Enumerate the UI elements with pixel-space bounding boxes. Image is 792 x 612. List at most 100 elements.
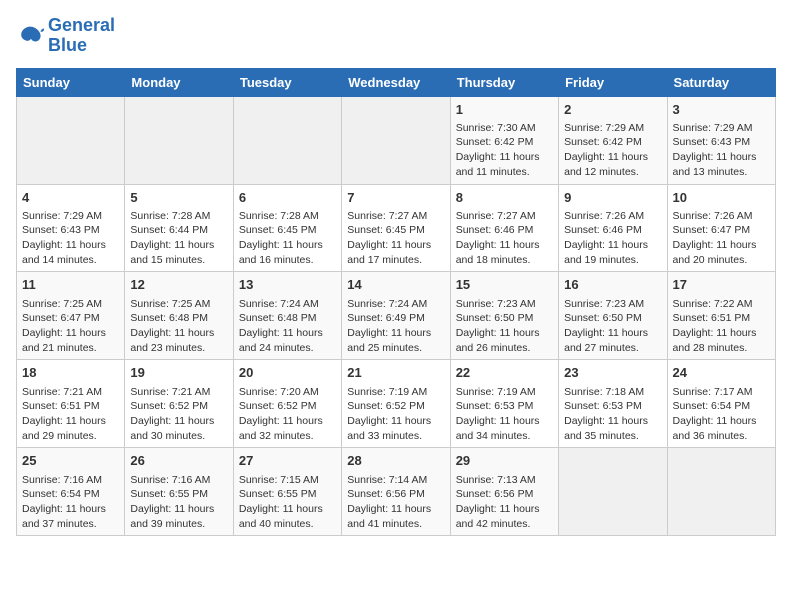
- day-number: 11: [22, 276, 119, 294]
- day-info: Sunrise: 7:13 AMSunset: 6:56 PMDaylight:…: [456, 473, 553, 532]
- day-number: 26: [130, 452, 227, 470]
- day-cell: 5 Sunrise: 7:28 AMSunset: 6:44 PMDaylight…: [125, 184, 233, 272]
- header-cell-tuesday: Tuesday: [233, 68, 341, 96]
- day-info: Sunrise: 7:24 AMSunset: 6:48 PMDaylight:…: [239, 297, 336, 356]
- day-info: Sunrise: 7:25 AMSunset: 6:48 PMDaylight:…: [130, 297, 227, 356]
- day-number: 3: [673, 101, 770, 119]
- header-cell-wednesday: Wednesday: [342, 68, 450, 96]
- day-cell: 14 Sunrise: 7:24 AMSunset: 6:49 PMDayligh…: [342, 272, 450, 360]
- day-info: Sunrise: 7:29 AMSunset: 6:42 PMDaylight:…: [564, 121, 661, 180]
- day-number: 22: [456, 364, 553, 382]
- week-row-1: 4 Sunrise: 7:29 AMSunset: 6:43 PMDaylight…: [17, 184, 776, 272]
- day-cell: 1 Sunrise: 7:30 AMSunset: 6:42 PMDaylight…: [450, 96, 558, 184]
- day-info: Sunrise: 7:16 AMSunset: 6:55 PMDaylight:…: [130, 473, 227, 532]
- day-cell: [667, 448, 775, 536]
- day-cell: 25 Sunrise: 7:16 AMSunset: 6:54 PMDayligh…: [17, 448, 125, 536]
- week-row-4: 25 Sunrise: 7:16 AMSunset: 6:54 PMDayligh…: [17, 448, 776, 536]
- day-info: Sunrise: 7:21 AMSunset: 6:52 PMDaylight:…: [130, 385, 227, 444]
- day-cell: 7 Sunrise: 7:27 AMSunset: 6:45 PMDaylight…: [342, 184, 450, 272]
- day-info: Sunrise: 7:24 AMSunset: 6:49 PMDaylight:…: [347, 297, 444, 356]
- calendar-table: SundayMondayTuesdayWednesdayThursdayFrid…: [16, 68, 776, 537]
- week-row-2: 11Sunrise: 7:25 AMSunset: 6:47 PMDayligh…: [17, 272, 776, 360]
- day-number: 21: [347, 364, 444, 382]
- day-info: Sunrise: 7:20 AMSunset: 6:52 PMDaylight:…: [239, 385, 336, 444]
- day-cell: 17 Sunrise: 7:22 AMSunset: 6:51 PMDayligh…: [667, 272, 775, 360]
- day-info: Sunrise: 7:21 AMSunset: 6:51 PMDaylight:…: [22, 385, 119, 444]
- day-cell: 6 Sunrise: 7:28 AMSunset: 6:45 PMDaylight…: [233, 184, 341, 272]
- day-cell: 9 Sunrise: 7:26 AMSunset: 6:46 PMDaylight…: [559, 184, 667, 272]
- day-number: 18: [22, 364, 119, 382]
- day-cell: 16Sunrise: 7:23 AMSunset: 6:50 PMDayligh…: [559, 272, 667, 360]
- day-number: 29: [456, 452, 553, 470]
- day-number: 5: [130, 189, 227, 207]
- day-cell: 13 Sunrise: 7:24 AMSunset: 6:48 PMDayligh…: [233, 272, 341, 360]
- day-number: 15: [456, 276, 553, 294]
- header-cell-sunday: Sunday: [17, 68, 125, 96]
- day-cell: 4 Sunrise: 7:29 AMSunset: 6:43 PMDaylight…: [17, 184, 125, 272]
- day-cell: 8Sunrise: 7:27 AMSunset: 6:46 PMDaylight…: [450, 184, 558, 272]
- day-info: Sunrise: 7:14 AMSunset: 6:56 PMDaylight:…: [347, 473, 444, 532]
- day-number: 4: [22, 189, 119, 207]
- day-cell: 10 Sunrise: 7:26 AMSunset: 6:47 PMDayligh…: [667, 184, 775, 272]
- day-info: Sunrise: 7:17 AMSunset: 6:54 PMDaylight:…: [673, 385, 770, 444]
- header-cell-thursday: Thursday: [450, 68, 558, 96]
- day-info: Sunrise: 7:27 AMSunset: 6:45 PMDaylight:…: [347, 209, 444, 268]
- day-cell: 27 Sunrise: 7:15 AMSunset: 6:55 PMDayligh…: [233, 448, 341, 536]
- day-cell: 28 Sunrise: 7:14 AMSunset: 6:56 PMDayligh…: [342, 448, 450, 536]
- day-number: 17: [673, 276, 770, 294]
- day-cell: 19 Sunrise: 7:21 AMSunset: 6:52 PMDayligh…: [125, 360, 233, 448]
- header-cell-saturday: Saturday: [667, 68, 775, 96]
- day-cell: 15 Sunrise: 7:23 AMSunset: 6:50 PMDayligh…: [450, 272, 558, 360]
- header-cell-friday: Friday: [559, 68, 667, 96]
- day-number: 1: [456, 101, 553, 119]
- day-cell: [342, 96, 450, 184]
- day-cell: [125, 96, 233, 184]
- day-info: Sunrise: 7:22 AMSunset: 6:51 PMDaylight:…: [673, 297, 770, 356]
- page-header: General Blue: [16, 16, 776, 56]
- day-cell: 24Sunrise: 7:17 AMSunset: 6:54 PMDayligh…: [667, 360, 775, 448]
- day-cell: 3Sunrise: 7:29 AMSunset: 6:43 PMDaylight…: [667, 96, 775, 184]
- day-info: Sunrise: 7:15 AMSunset: 6:55 PMDaylight:…: [239, 473, 336, 532]
- day-cell: 21 Sunrise: 7:19 AMSunset: 6:52 PMDayligh…: [342, 360, 450, 448]
- day-number: 13: [239, 276, 336, 294]
- logo: General Blue: [16, 16, 115, 56]
- day-number: 28: [347, 452, 444, 470]
- week-row-0: 1 Sunrise: 7:30 AMSunset: 6:42 PMDaylight…: [17, 96, 776, 184]
- day-info: Sunrise: 7:16 AMSunset: 6:54 PMDaylight:…: [22, 473, 119, 532]
- day-number: 25: [22, 452, 119, 470]
- day-cell: [17, 96, 125, 184]
- day-cell: 12Sunrise: 7:25 AMSunset: 6:48 PMDayligh…: [125, 272, 233, 360]
- day-info: Sunrise: 7:19 AMSunset: 6:52 PMDaylight:…: [347, 385, 444, 444]
- day-number: 27: [239, 452, 336, 470]
- day-number: 23: [564, 364, 661, 382]
- day-cell: [233, 96, 341, 184]
- calendar-header: SundayMondayTuesdayWednesdayThursdayFrid…: [17, 68, 776, 96]
- day-info: Sunrise: 7:18 AMSunset: 6:53 PMDaylight:…: [564, 385, 661, 444]
- day-info: Sunrise: 7:29 AMSunset: 6:43 PMDaylight:…: [22, 209, 119, 268]
- day-cell: 20Sunrise: 7:20 AMSunset: 6:52 PMDayligh…: [233, 360, 341, 448]
- day-info: Sunrise: 7:23 AMSunset: 6:50 PMDaylight:…: [456, 297, 553, 356]
- day-info: Sunrise: 7:26 AMSunset: 6:47 PMDaylight:…: [673, 209, 770, 268]
- day-cell: 11Sunrise: 7:25 AMSunset: 6:47 PMDayligh…: [17, 272, 125, 360]
- day-number: 8: [456, 189, 553, 207]
- day-cell: 18 Sunrise: 7:21 AMSunset: 6:51 PMDayligh…: [17, 360, 125, 448]
- day-number: 14: [347, 276, 444, 294]
- day-number: 9: [564, 189, 661, 207]
- day-info: Sunrise: 7:28 AMSunset: 6:45 PMDaylight:…: [239, 209, 336, 268]
- day-number: 19: [130, 364, 227, 382]
- day-number: 7: [347, 189, 444, 207]
- calendar-body: 1 Sunrise: 7:30 AMSunset: 6:42 PMDaylight…: [17, 96, 776, 536]
- day-info: Sunrise: 7:26 AMSunset: 6:46 PMDaylight:…: [564, 209, 661, 268]
- day-cell: 22 Sunrise: 7:19 AMSunset: 6:53 PMDayligh…: [450, 360, 558, 448]
- day-number: 2: [564, 101, 661, 119]
- day-number: 10: [673, 189, 770, 207]
- week-row-3: 18 Sunrise: 7:21 AMSunset: 6:51 PMDayligh…: [17, 360, 776, 448]
- day-info: Sunrise: 7:30 AMSunset: 6:42 PMDaylight:…: [456, 121, 553, 180]
- day-number: 6: [239, 189, 336, 207]
- header-cell-monday: Monday: [125, 68, 233, 96]
- logo-bird-icon: [16, 22, 44, 50]
- day-cell: 2 Sunrise: 7:29 AMSunset: 6:42 PMDaylight…: [559, 96, 667, 184]
- header-row: SundayMondayTuesdayWednesdayThursdayFrid…: [17, 68, 776, 96]
- day-info: Sunrise: 7:19 AMSunset: 6:53 PMDaylight:…: [456, 385, 553, 444]
- day-info: Sunrise: 7:28 AMSunset: 6:44 PMDaylight:…: [130, 209, 227, 268]
